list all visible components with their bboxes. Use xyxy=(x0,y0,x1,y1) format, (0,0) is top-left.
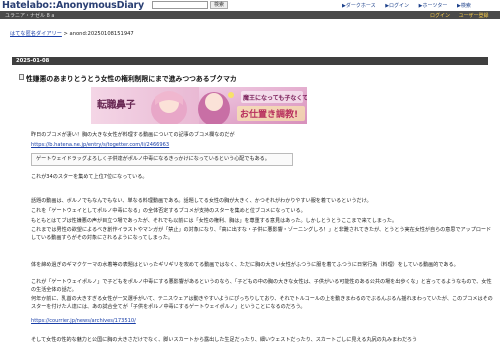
body-paragraph: 昨日のブコメが凄い！胸の大きな女性が料理する動画についての記事のブコメ欄なのだが xyxy=(31,132,235,138)
header-links: ▶ダークホース ▶ログイン ▶ホーツター ▶検索 xyxy=(342,2,479,9)
navbar-user-text: ユラニア・ナゼル 8 a xyxy=(5,13,55,19)
header-link[interactable]: ▶検索 xyxy=(457,3,471,9)
body-paragraph: そして女性の性的な魅力と公国に胸の大きさだけでなく、脚いスカートから露出した生足… xyxy=(31,337,418,343)
article-title[interactable]: 性嫌悪のあまりとうとう女性の権利制限にまで進みつつあるブクマカ xyxy=(26,73,237,83)
body-paragraph: 何年か前に、乳首の大きすぎる女性が一又選手がいて、テニスウェアは動きやすいように… xyxy=(31,296,493,310)
user-navbar: ユラニア・ナゼル 8 a ログイン ユーザー登録 xyxy=(0,11,500,19)
search-input[interactable] xyxy=(152,1,208,9)
login-link[interactable]: ログイン xyxy=(430,13,450,19)
entry-anchor-icon[interactable] xyxy=(19,74,24,80)
header-link[interactable]: ▶ダークホース xyxy=(342,3,376,9)
entry-date: 2025-01-08 xyxy=(12,57,488,65)
body-link[interactable]: https://courrier.jp/news/archives/173510… xyxy=(31,318,136,324)
quoted-comment: ゲートウェイドラッグよろしく子供達がポルノ中毒になるきっかけになっているという心… xyxy=(31,153,293,166)
ad-banner-left-text: 転職鼻子 xyxy=(97,100,136,111)
body-paragraph: 話題の動画は、ボルノでもなんでもない、単なる料理動画である。話題してる女性の胸が… xyxy=(31,198,372,204)
ad-banner-right-top: 魔王になっても子なくて xyxy=(243,95,307,102)
ad-banner-right-bottom: お仕置き調教! xyxy=(240,110,299,120)
body-paragraph: これまでは男性の欲望によるべき創作イラストやマンガが「禁止」の対象になり、「高に… xyxy=(31,227,492,241)
body-paragraph: 体を締め過ぎのギマクケーマの水着等の表題はといったギリギリを攻めてる動画ではなく… xyxy=(31,262,459,268)
breadcrumb-separator: > xyxy=(61,31,70,37)
body-paragraph: これが「ゲートウェイポルノ」で子どもをポルノ中毒にする悪影響があるというのなら、… xyxy=(31,279,492,293)
header-link[interactable]: ▶ログイン xyxy=(385,3,409,9)
breadcrumb: はてな匿名ダイアリー > anond:20250108151947 xyxy=(10,30,134,37)
body-paragraph: もともとはてブは性嫌悪の声が目立つ場であったが、それでも以前には「女性の権利、胸… xyxy=(31,218,398,224)
navbar-account-links: ログイン ユーザー登録 xyxy=(430,12,496,19)
site-header: Hatelabo::AnonymousDiary 検索 ▶ダークホース ▶ログイ… xyxy=(0,0,500,11)
breadcrumb-home-link[interactable]: はてな匿名ダイアリー xyxy=(10,31,62,37)
breadcrumb-current: anond:20250108151947 xyxy=(69,31,134,37)
body-link[interactable]: https://b.hatena.ne.jp/entry/s/togetter.… xyxy=(31,142,169,148)
header-link[interactable]: ▶ホーツター xyxy=(419,3,448,9)
quoted-comment-text: ゲートウェイドラッグよろしく子供達がポルノ中毒になるきっかけになっているという心… xyxy=(36,156,270,162)
register-link[interactable]: ユーザー登録 xyxy=(459,13,489,19)
ad-banner[interactable]: 転職鼻子 魔王になっても子なくて お仕置き調教! xyxy=(91,87,307,124)
search-button[interactable]: 検索 xyxy=(210,1,228,9)
body-paragraph: これが34のスターを集めて上位7位になっている。 xyxy=(31,174,148,180)
body-paragraph: これを「ゲートウェイとしてポルノ中毒になる」の全体否定するブコメが支持のスターを… xyxy=(31,208,306,214)
site-logo[interactable]: Hatelabo::AnonymousDiary xyxy=(2,0,144,11)
